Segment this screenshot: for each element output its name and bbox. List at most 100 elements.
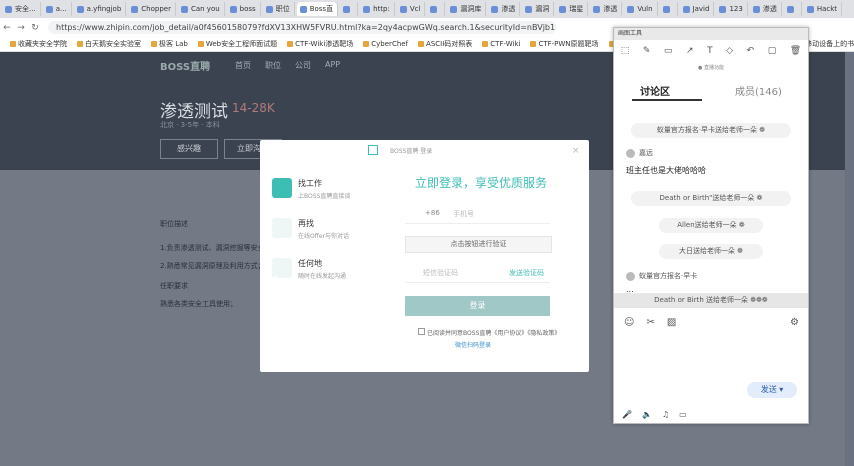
browser-tab[interactable]: boss <box>227 2 261 16</box>
tab-discussion[interactable]: 讨论区 <box>640 83 670 98</box>
browser-tab[interactable]: Chopper <box>128 2 176 16</box>
nav-home[interactable]: 首页 <box>235 60 251 71</box>
tab-label[interactable]: Hackt <box>817 5 837 13</box>
eraser-tool-icon[interactable]: ◇ <box>726 46 733 56</box>
settings-icon[interactable]: ⚙ <box>790 317 799 328</box>
page-scrollbar[interactable] <box>845 52 854 466</box>
site-logo[interactable]: BOSS直聘 <box>160 58 210 73</box>
tab-label[interactable]: 漏洞库 <box>460 4 481 14</box>
rect-tool-icon[interactable]: ▭ <box>664 46 673 56</box>
nav-company[interactable]: 公司 <box>295 60 311 71</box>
tab-label[interactable]: 123 <box>729 5 742 13</box>
tab-members[interactable]: 成员(146) <box>735 83 782 98</box>
scissors-icon[interactable]: ✂ <box>646 317 654 328</box>
bookmark-label[interactable]: 白天鹅安全实验室 <box>85 39 141 49</box>
browser-tab[interactable]: 漏洞库 <box>447 2 487 16</box>
browser-tab[interactable]: Javid <box>680 2 715 16</box>
browser-tab[interactable]: Boss直 <box>296 2 339 16</box>
browser-tab[interactable] <box>660 2 678 16</box>
browser-tab[interactable]: 漏洞 <box>522 2 555 16</box>
pen-tool-icon[interactable]: ✎ <box>643 46 651 56</box>
bookmark-item[interactable]: CTF-PWN原题靶场 <box>530 39 599 49</box>
bookmark-item[interactable]: CTF-Wiki <box>482 40 520 48</box>
bookmark-label[interactable]: CTF-PWN原题靶场 <box>538 39 598 49</box>
browser-tab[interactable] <box>427 2 446 16</box>
bookmark-item[interactable]: 极客 Lab <box>151 39 188 49</box>
send-button[interactable]: 发送 ▾ <box>747 382 797 398</box>
bookmark-label[interactable]: CTF-Wiki <box>490 40 520 48</box>
emoji-icon[interactable]: ☺ <box>624 317 634 328</box>
tab-label[interactable]: 漏洞 <box>535 4 549 14</box>
browser-tab[interactable]: 123 <box>716 2 748 16</box>
browser-tab[interactable]: Vcl <box>397 2 426 16</box>
browser-tab[interactable]: 职位 <box>263 2 295 16</box>
speaker-icon[interactable]: 🔈 <box>642 410 652 419</box>
back-icon[interactable]: ← <box>0 23 14 33</box>
undo-icon[interactable]: ↶ <box>747 46 755 56</box>
tab-label[interactable]: Chopper <box>141 5 171 13</box>
qr-icon[interactable] <box>368 145 378 155</box>
browser-tab[interactable]: 瑞星 <box>556 2 589 16</box>
nav-jobs[interactable]: 职位 <box>265 60 281 71</box>
bookmark-item[interactable]: CTF-Wiki渗透靶场 <box>287 39 353 49</box>
select-tool-icon[interactable]: ⬚ <box>621 46 630 56</box>
bookmark-item[interactable]: Web安全工程师面试题 <box>197 39 277 49</box>
bookmark-label[interactable]: Web安全工程师面试题 <box>206 39 277 49</box>
mic-icon[interactable]: 🎤 <box>622 410 632 419</box>
chat-input[interactable] <box>622 332 800 378</box>
login-button[interactable]: 登录 <box>405 296 550 316</box>
browser-tab[interactable]: 渗透 <box>590 2 623 16</box>
screen-icon[interactable]: ▢ <box>768 46 777 56</box>
bookmark-item[interactable]: CyberChef <box>363 40 408 48</box>
nav-app[interactable]: APP <box>325 60 340 69</box>
screen-share-icon[interactable]: ▭ <box>679 410 687 419</box>
bookmark-label[interactable]: 收藏夹安全学院 <box>18 39 67 49</box>
trash-icon[interactable]: 🗑 <box>790 46 801 56</box>
browser-tab[interactable]: Hackt <box>804 2 843 16</box>
tab-label[interactable]: 安全... <box>15 4 36 14</box>
sms-code-field[interactable]: 短信验证码 发送验证码 <box>405 265 550 283</box>
bookmark-item[interactable]: 收藏夹安全学院 <box>10 39 67 49</box>
wechat-login-link[interactable]: 微信扫码登录 <box>455 340 491 349</box>
reload-icon[interactable]: ↻ <box>28 23 42 33</box>
bookmark-label[interactable]: ASCII码对照表 <box>426 39 472 49</box>
tab-label[interactable]: http: <box>373 5 390 13</box>
browser-tab[interactable]: 渗透 <box>750 2 782 16</box>
arrow-tool-icon[interactable]: ↗ <box>686 46 694 56</box>
send-label[interactable]: 发送 <box>761 385 777 394</box>
browser-tab[interactable]: a... <box>43 2 72 16</box>
tab-label[interactable]: Vuln <box>637 5 652 13</box>
bookmark-label[interactable]: CyberChef <box>371 40 408 48</box>
bookmark-label[interactable]: 移动设备上的书签 <box>805 39 854 49</box>
tab-label[interactable]: 渗透 <box>763 4 777 14</box>
address-input[interactable]: https://www.zhipin.com/job_detail/a0f456… <box>48 21 556 34</box>
music-icon[interactable]: ♫ <box>662 410 669 419</box>
tab-label[interactable]: Boss直 <box>310 4 333 14</box>
phone-prefix[interactable]: +86 <box>425 209 440 217</box>
browser-tab[interactable]: Can you <box>178 2 225 16</box>
tab-label[interactable]: 瑞星 <box>569 4 583 14</box>
tab-label[interactable]: 职位 <box>276 4 290 14</box>
bookmark-item[interactable]: 白天鹅安全实验室 <box>77 39 141 49</box>
bookmark-item[interactable]: ASCII码对照表 <box>418 39 472 49</box>
phone-placeholder[interactable]: 手机号 <box>453 209 474 219</box>
browser-tab[interactable]: Vuln <box>624 2 658 16</box>
tab-label[interactable]: Vcl <box>410 5 421 13</box>
code-placeholder[interactable]: 短信验证码 <box>423 268 458 278</box>
agreement-label[interactable]: 已阅读并同意BOSS直聘《用户协议》《隐私政策》 <box>427 330 560 337</box>
text-tool-icon[interactable]: T <box>707 46 713 56</box>
browser-tab[interactable] <box>340 2 359 16</box>
tab-label[interactable]: Javid <box>693 5 710 13</box>
browser-tab[interactable]: http: <box>360 2 395 16</box>
close-icon[interactable]: × <box>572 146 580 156</box>
browser-tab[interactable]: 渗透 <box>488 2 521 16</box>
image-icon[interactable]: ▨ <box>667 317 676 328</box>
browser-tab[interactable] <box>784 2 802 16</box>
captcha-button[interactable]: 点击按钮进行验证 <box>405 236 552 253</box>
send-code-button[interactable]: 发送验证码 <box>509 268 544 278</box>
tab-label[interactable]: 渗透 <box>603 4 617 14</box>
tab-label[interactable]: a.yfingjob <box>87 5 122 13</box>
bookmark-label[interactable]: 极客 Lab <box>159 39 188 49</box>
browser-tab[interactable]: a.yfingjob <box>74 2 127 16</box>
tab-label[interactable]: Can you <box>191 5 220 13</box>
